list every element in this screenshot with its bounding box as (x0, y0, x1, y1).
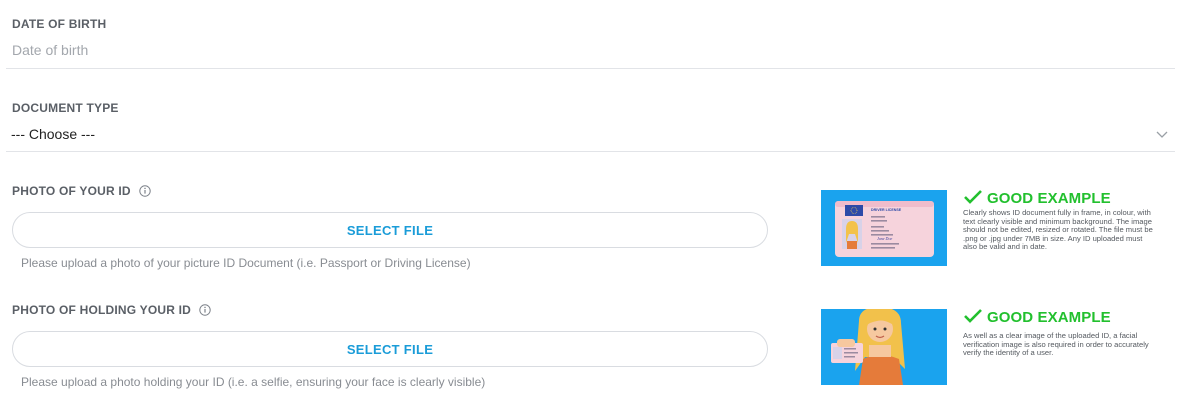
info-icon[interactable] (199, 304, 211, 316)
document-type-divider (6, 151, 1175, 152)
dob-input[interactable] (12, 40, 772, 60)
card-signature: Jane Doe (877, 236, 892, 241)
good-example-heading-2: GOOD EXAMPLE (963, 308, 1111, 326)
check-icon (964, 190, 982, 204)
document-type-label: DOCUMENT TYPE (12, 101, 119, 115)
good-example-desc-2: As well as a clear image of the uploaded… (963, 331, 1149, 358)
select-file-button-id[interactable]: SELECT FILE (12, 212, 768, 248)
good-example-heading-1: GOOD EXAMPLE (963, 189, 1111, 207)
check-icon (964, 309, 982, 323)
chevron-down-icon (1156, 131, 1168, 138)
document-type-value: --- Choose --- (11, 126, 96, 142)
photo-holding-label-row: PHOTO OF HOLDING YOUR ID (12, 303, 211, 317)
document-type-select[interactable] (6, 118, 1175, 150)
photo-id-label: PHOTO OF YOUR ID (12, 184, 131, 198)
photo-holding-help: Please upload a photo holding your ID (i… (21, 375, 486, 389)
good-example-desc-1: Clearly shows ID document fully in frame… (963, 208, 1153, 252)
select-file-button-holding[interactable]: SELECT FILE (12, 331, 768, 367)
dob-divider (6, 68, 1175, 69)
photo-id-help: Please upload a photo of your picture ID… (21, 256, 471, 270)
card-title: DRIVER LICENSE (871, 208, 902, 212)
good-example-heading-text-2: GOOD EXAMPLE (987, 309, 1111, 326)
info-icon[interactable] (139, 185, 151, 197)
selfie-example-image (821, 309, 947, 385)
good-example-heading-text-1: GOOD EXAMPLE (987, 190, 1111, 207)
dob-label: DATE OF BIRTH (12, 17, 107, 31)
photo-holding-label: PHOTO OF HOLDING YOUR ID (12, 303, 192, 317)
photo-id-label-row: PHOTO OF YOUR ID (12, 184, 151, 198)
id-card-example-image: DRIVER LICENSE Jane Doe (821, 190, 947, 266)
